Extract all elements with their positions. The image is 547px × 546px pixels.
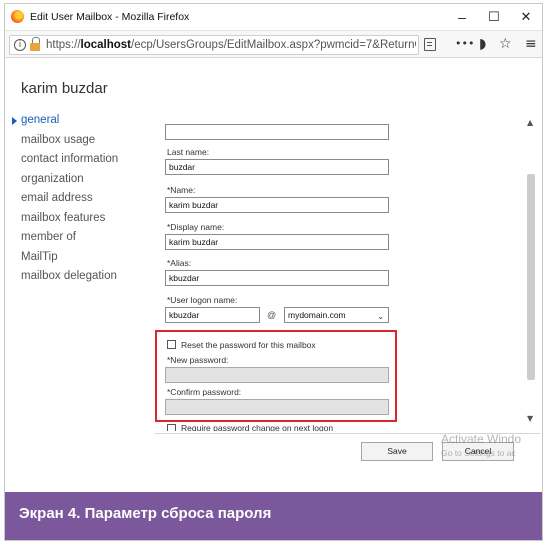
page-title: karim buzdar [21, 80, 108, 97]
name-label: *Name: [167, 185, 196, 195]
maximize-button[interactable]: ☐ [481, 7, 507, 27]
pocket-icon[interactable]: ◗ [479, 36, 486, 52]
minimize-button[interactable]: – [449, 7, 475, 27]
display-name-label: *Display name: [167, 222, 225, 232]
nav-item-member-of[interactable]: member of [9, 231, 118, 251]
display-name-field[interactable]: karim buzdar [165, 234, 389, 250]
domain-select-value: mydomain.com [288, 310, 346, 320]
more-actions-icon[interactable]: ••• [455, 36, 474, 52]
activate-windows-watermark: Activate Windo [441, 432, 522, 446]
lock-warning-icon[interactable] [30, 37, 40, 51]
section-nav: general mailbox usage contact informatio… [9, 114, 118, 290]
new-password-field[interactable] [165, 367, 389, 383]
hamburger-menu-icon[interactable]: ≡ [525, 36, 537, 52]
bookmark-star-icon[interactable]: ☆ [499, 36, 512, 52]
confirm-password-field[interactable] [165, 399, 389, 415]
nav-item-label: general [21, 114, 60, 126]
require-change-label: Require password change on next logon [181, 423, 334, 431]
scroll-up-icon[interactable]: ▲ [527, 118, 533, 127]
nav-item-general[interactable]: general [9, 114, 118, 134]
nav-item-mailbox-usage[interactable]: mailbox usage [9, 134, 118, 154]
nav-item-mailbox-features[interactable]: mailbox features [9, 212, 118, 232]
scroll-down-icon[interactable]: ▼ [527, 414, 533, 423]
reader-view-icon[interactable] [424, 38, 436, 51]
window-title: Edit User Mailbox - Mozilla Firefox [30, 11, 190, 23]
domain-select[interactable]: mydomain.com ⌄ [284, 307, 389, 323]
screenshot-frame: Edit User Mailbox - Mozilla Firefox – ☐ … [4, 3, 543, 541]
caption-text: Экран 4. Параметр сброса пароля [19, 505, 272, 522]
info-icon[interactable]: i [14, 39, 26, 51]
scroll-thumb[interactable] [527, 174, 535, 380]
reset-password-label: Reset the password for this mailbox [181, 340, 316, 350]
url-field[interactable]: i https://localhost/ecp/UsersGroups/Edit… [9, 35, 419, 55]
save-button[interactable]: Save [361, 442, 433, 461]
confirm-password-label: *Confirm password: [167, 387, 242, 397]
firefox-logo-icon [11, 10, 24, 23]
user-logon-label: *User logon name: [167, 295, 238, 305]
nav-item-email-address[interactable]: email address [9, 192, 118, 212]
alias-label: *Alias: [167, 258, 192, 268]
chevron-down-icon: ⌄ [377, 312, 384, 321]
last-name-label: Last name: [167, 147, 210, 157]
nav-item-organization[interactable]: organization [9, 173, 118, 193]
selected-arrow-icon [12, 117, 17, 125]
url-text[interactable]: https://localhost/ecp/UsersGroups/EditMa… [46, 39, 416, 51]
nav-item-mailbox-delegation[interactable]: mailbox delegation [9, 270, 118, 290]
address-bar: i https://localhost/ecp/UsersGroups/Edit… [5, 30, 542, 58]
initials-field[interactable] [165, 124, 389, 140]
last-name-field[interactable]: buzdar [165, 159, 389, 175]
nav-item-contact-information[interactable]: contact information [9, 153, 118, 173]
close-button[interactable]: ✕ [513, 7, 539, 27]
user-logon-field[interactable]: kbuzdar [165, 307, 260, 323]
activate-windows-subtext: Go to Settings to ac [441, 448, 516, 458]
require-change-checkbox[interactable] [167, 424, 176, 431]
figure-caption: Экран 4. Параметр сброса пароля [5, 492, 542, 540]
at-sign: @ [267, 310, 277, 320]
nav-item-mailtip[interactable]: MailTip [9, 251, 118, 271]
reset-password-checkbox[interactable] [167, 340, 176, 349]
new-password-label: *New password: [167, 355, 229, 365]
alias-field[interactable]: kbuzdar [165, 270, 389, 286]
window-titlebar: Edit User Mailbox - Mozilla Firefox – ☐ … [5, 4, 542, 30]
name-field[interactable]: karim buzdar [165, 197, 389, 213]
page-content: karim buzdar general mailbox usage conta… [5, 58, 542, 494]
